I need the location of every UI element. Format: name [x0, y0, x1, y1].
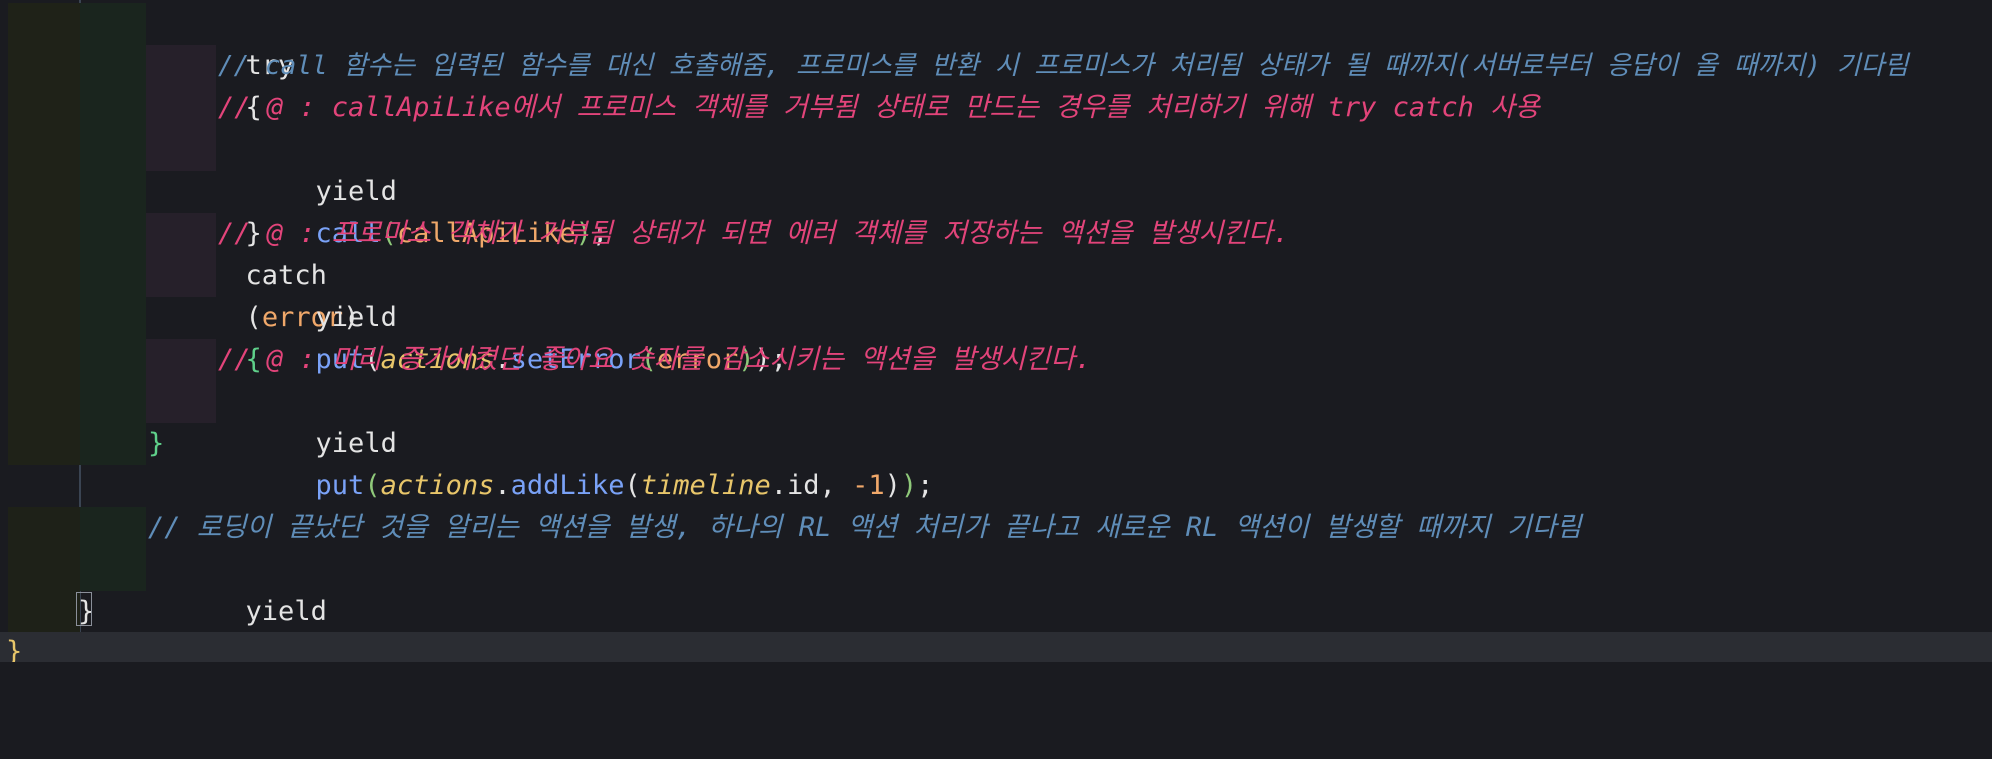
code-line-1[interactable]: try { [0, 3, 1992, 123]
indent-guide [146, 381, 216, 423]
indent-guide [80, 3, 146, 45]
code-comment: // 로딩이 끝났단 것을 알리는 액션을 발생, 하나의 RL 액션 처리가 … [148, 512, 1582, 543]
indent-guide [8, 549, 80, 591]
indent-guide [80, 423, 146, 465]
indent-guide [146, 45, 216, 87]
indent-guide [8, 45, 80, 87]
code-line-3[interactable]: // @ : callApiLike에서 프로미스 객체를 거부됨 상태로 만드… [0, 87, 1992, 129]
indent-guide [80, 255, 146, 297]
indent-guide [146, 339, 216, 381]
code-line-10[interactable]: yield put(actions.addLike(timeline.id, -… [0, 381, 1992, 501]
indent-guide [80, 297, 146, 339]
code-line-12[interactable] [0, 465, 1992, 507]
indent-guide [8, 339, 80, 381]
code-line-14[interactable]: yield put(actions.setLoading(false)); [0, 549, 1992, 669]
indent-guide [80, 45, 146, 87]
indent-guide [8, 3, 80, 45]
code-line-8[interactable] [0, 297, 1992, 339]
indent-guide [80, 549, 146, 591]
indent-guide [8, 171, 80, 213]
indent-guide [80, 87, 146, 129]
code-line-9[interactable]: // @ : 미리 증가시켰던 좋아요 숫자를 감소시키는 액션을 발생시킨다. [0, 339, 1992, 381]
code-editor[interactable]: try { // call 함수는 입력된 함수를 대신 호출해줌, 프로미스를… [0, 0, 1992, 672]
indent-guide [146, 129, 216, 171]
code-comment: // call 함수는 입력된 함수를 대신 호출해줌, 프로미스를 반환 시 … [218, 51, 1909, 81]
bracket-match-highlight [76, 592, 92, 626]
indent-guide [80, 171, 146, 213]
code-comment-highlight: // @ : callApiLike에서 프로미스 객체를 거부됨 상태로 만드… [218, 92, 1540, 123]
indent-guide [8, 129, 80, 171]
code-line-13[interactable]: // 로딩이 끝났단 것을 알리는 액션을 발생, 하나의 RL 액션 처리가 … [0, 507, 1992, 549]
indent-guide [8, 507, 80, 549]
indent-guide [80, 381, 146, 423]
code-line-11[interactable]: } [0, 423, 1992, 465]
code-line-6[interactable]: // @ : 프로미스 객체가 거부됨 상태가 되면 에러 객체를 저장하는 액… [0, 213, 1992, 255]
indent-guide [80, 507, 146, 549]
indent-guide [146, 255, 216, 297]
code-comment-highlight: // @ : 프로미스 객체가 거부됨 상태가 되면 에러 객체를 저장하는 액… [218, 218, 1290, 249]
code-line-2[interactable]: // call 함수는 입력된 함수를 대신 호출해줌, 프로미스를 반환 시 … [0, 45, 1992, 87]
editor-bottom-edge [0, 662, 1992, 672]
code-line-5[interactable]: } catch (error) { [0, 171, 1992, 375]
indent-guide [146, 87, 216, 129]
indent-guide [8, 381, 80, 423]
indent-guide [80, 129, 146, 171]
code-line-15[interactable]: } [0, 591, 1992, 633]
indent-guide [8, 255, 80, 297]
close-brace: } [148, 428, 165, 459]
code-line-4[interactable]: yield call(callApiLike); [0, 129, 1992, 249]
indent-guide [8, 423, 80, 465]
code-comment-highlight: // @ : 미리 증가시켰던 좋아요 숫자를 감소시키는 액션을 발생시킨다. [218, 344, 1092, 375]
indent-guide [8, 87, 80, 129]
indent-guide [8, 297, 80, 339]
indent-guide [80, 213, 146, 255]
indent-guide [146, 213, 216, 255]
indent-guide [8, 213, 80, 255]
indent-guide [8, 591, 80, 633]
indent-guide [80, 339, 146, 381]
code-line-7[interactable]: yield put(actions.setError(error)); [0, 255, 1992, 375]
